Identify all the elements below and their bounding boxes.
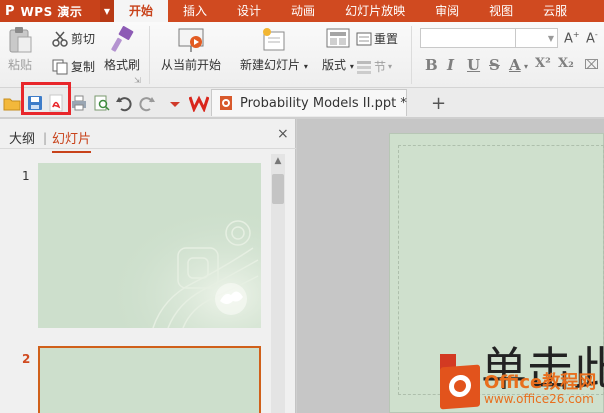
add-tab-button[interactable]: + xyxy=(431,93,446,114)
print-preview-icon[interactable] xyxy=(93,94,111,112)
slide-number-1: 1 xyxy=(22,169,30,183)
section-button[interactable]: 节 ▾ xyxy=(356,58,392,75)
reset-button[interactable]: 重置 xyxy=(356,30,398,47)
scissors-icon xyxy=(52,31,68,47)
wps-presentation-icon: P xyxy=(5,3,15,19)
grow-font-icon[interactable]: A+ xyxy=(564,30,580,46)
ribbon-tabs: 开始 插入 设计 动画 幻灯片放映 审阅 视图 云服 xyxy=(114,0,582,22)
from-current-label: 从当前开始 xyxy=(161,58,222,72)
tab-insert[interactable]: 插入 xyxy=(168,0,222,22)
redo-icon[interactable] xyxy=(138,94,156,112)
ribbon-separator xyxy=(149,26,150,84)
underline-button[interactable]: U xyxy=(467,56,480,74)
slide-thumbnail-1[interactable] xyxy=(38,163,261,328)
chevron-down-icon: ▾ xyxy=(388,62,393,71)
app-name: WPS 演示 xyxy=(20,4,83,19)
bold-button[interactable]: B xyxy=(425,56,438,74)
ppt-file-icon xyxy=(218,95,234,111)
clear-format-icon[interactable]: ⌧ xyxy=(584,58,599,73)
chevron-down-icon: ▼ xyxy=(547,34,554,43)
ribbon-separator xyxy=(411,26,412,84)
section-icon xyxy=(356,59,372,75)
copy-label: 复制 xyxy=(71,60,96,74)
print-icon[interactable] xyxy=(70,94,88,112)
from-current-button[interactable]: 从当前开始 xyxy=(161,26,221,73)
scrollbar-thumb[interactable] xyxy=(272,174,284,204)
title-bar: P WPS 演示 ▼ 开始 插入 设计 动画 幻灯片放映 审阅 视图 云服 xyxy=(0,0,604,22)
font-name-input[interactable] xyxy=(420,28,516,48)
layout-button[interactable]: 版式 ▾ xyxy=(322,26,354,73)
chevron-down-icon[interactable]: ▼ xyxy=(100,0,114,22)
copy-button[interactable]: 复制 xyxy=(52,58,95,75)
layout-label: 版式 ▾ xyxy=(322,56,354,73)
chevron-down-icon: ▾ xyxy=(303,62,308,71)
tab-cloud[interactable]: 云服 xyxy=(528,0,582,22)
document-tab[interactable]: Probability Models II.ppt * xyxy=(211,89,407,116)
cut-label: 剪切 xyxy=(71,32,96,46)
document-title: Probability Models II.ppt * xyxy=(240,95,407,111)
paste-button[interactable]: 粘贴 xyxy=(7,26,33,73)
italic-button[interactable]: I xyxy=(447,56,454,74)
shrink-font-icon[interactable]: A- xyxy=(586,30,598,46)
tab-outline[interactable]: 大纲 xyxy=(9,128,35,147)
slide-thumbnail-2[interactable] xyxy=(38,346,261,413)
superscript-button[interactable]: X² xyxy=(535,56,551,71)
clipboard-icon xyxy=(7,26,33,54)
layout-icon xyxy=(324,26,352,54)
undo-icon[interactable] xyxy=(115,94,133,112)
scroll-up-icon[interactable]: ▲ xyxy=(271,156,285,172)
reset-icon xyxy=(356,31,372,47)
new-slide-text: 新建幻灯片 xyxy=(240,58,301,72)
new-slide-label: 新建幻灯片 ▾ xyxy=(240,56,308,73)
new-slide-icon xyxy=(260,26,288,54)
format-painter-label: 格式刷 xyxy=(104,58,141,72)
slide-background-pattern xyxy=(38,163,261,328)
tab-review[interactable]: 审阅 xyxy=(420,0,474,22)
subscript-button[interactable]: X₂ xyxy=(558,56,574,71)
new-slide-button[interactable]: 新建幻灯片 ▾ xyxy=(240,26,308,73)
pane-tabs: 大纲 | 幻灯片 × xyxy=(0,119,296,153)
format-painter-button[interactable]: 格式刷 xyxy=(104,26,140,73)
strikethrough-button[interactable]: S xyxy=(489,56,500,74)
slideshow-play-icon xyxy=(177,26,205,54)
copy-icon xyxy=(52,59,68,75)
open-folder-icon[interactable] xyxy=(3,94,21,112)
launcher-icon[interactable]: ⇲ xyxy=(134,76,141,85)
chevron-down-icon: ▾ xyxy=(349,62,354,71)
app-menu-button[interactable]: P WPS 演示 ▼ xyxy=(0,0,114,22)
tab-design[interactable]: 设计 xyxy=(222,0,276,22)
tab-slideshow[interactable]: 幻灯片放映 xyxy=(330,0,420,22)
tab-view[interactable]: 视图 xyxy=(474,0,528,22)
font-color-button[interactable]: A xyxy=(509,56,521,74)
highlight-box xyxy=(21,82,71,115)
close-pane-button[interactable]: × xyxy=(277,126,289,142)
layout-text: 版式 xyxy=(322,58,347,72)
wps-logo-icon[interactable] xyxy=(188,94,210,113)
paste-label: 粘贴 xyxy=(7,58,32,72)
watermark-url: www.office26.com xyxy=(484,392,594,406)
slide-number-2: 2 xyxy=(22,352,31,366)
brush-icon xyxy=(108,26,136,54)
customize-toolbar-icon[interactable] xyxy=(166,94,184,112)
tab-animation[interactable]: 动画 xyxy=(276,0,330,22)
tab-slides[interactable]: 幻灯片 xyxy=(52,128,92,153)
section-label: 节 xyxy=(374,60,387,74)
tab-divider: | xyxy=(43,131,48,145)
watermark-text: Office教程网 xyxy=(484,372,597,393)
ribbon: 粘贴 剪切 复制 格式刷 ⇲ 从当前开始 新建幻灯片 ▾ 版式 ▾ 重置 节 ▾… xyxy=(0,22,604,88)
reset-label: 重置 xyxy=(374,32,399,46)
chevron-down-icon[interactable]: ▾ xyxy=(524,62,528,71)
tab-home[interactable]: 开始 xyxy=(114,0,169,22)
seal-icon xyxy=(215,283,247,315)
office-logo-icon xyxy=(440,364,480,410)
font-size-input[interactable]: ▼ xyxy=(516,28,558,48)
cut-button[interactable]: 剪切 xyxy=(52,30,95,47)
